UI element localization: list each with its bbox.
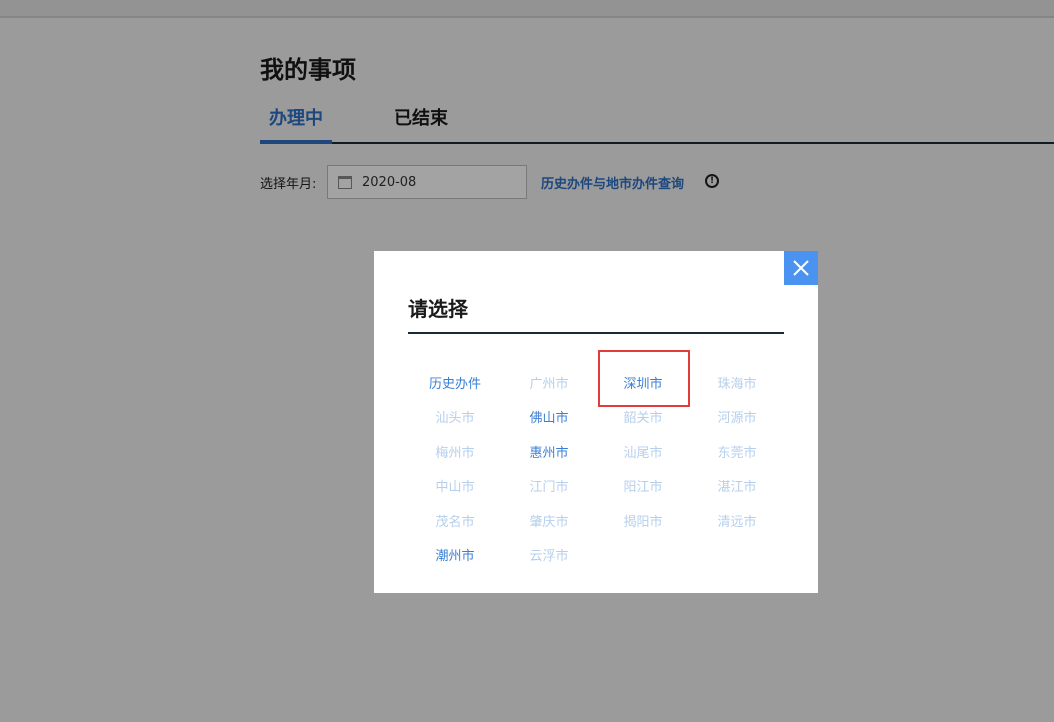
- city-grid: 历史办件 广州市 深圳市 珠海市汕头市 佛山市 韶关市 河源市梅州市 惠州市 汕尾市 东莞市中山市…: [408, 368, 784, 574]
- city-option: 东莞市: [717, 445, 757, 461]
- city-option: 河源市: [717, 411, 757, 427]
- page: 我的事项 办理中 已结束 选择年月: 2020-08 历史办件与地市办件查询 !…: [0, 0, 1054, 722]
- city-select-modal: 请选择 历史办件 广州市 深圳市 珠海市汕头市 佛山市 韶关市 河源市梅州市 惠州市 汕尾市 东莞…: [374, 251, 818, 593]
- city-option: 云浮市: [529, 548, 569, 564]
- city-option[interactable]: 潮州市: [408, 540, 502, 574]
- modal-divider: [408, 332, 784, 334]
- city-option: 肇庆市: [529, 514, 569, 530]
- city-option: 汕尾市: [623, 445, 663, 461]
- modal-title: 请选择: [408, 297, 468, 321]
- city-option: 揭阳市: [623, 514, 663, 530]
- city-option: 江门市: [529, 480, 569, 496]
- city-option: 广州市: [529, 377, 569, 392]
- city-option: 梅州市: [435, 445, 475, 461]
- city-option: 韶关市: [623, 411, 663, 427]
- city-option: 汕头市: [435, 411, 475, 427]
- city-option: 湛江市: [717, 480, 757, 496]
- close-icon: [793, 260, 809, 276]
- city-option: 茂名市: [435, 514, 475, 530]
- city-option[interactable]: 深圳市: [596, 368, 690, 402]
- city-option: 珠海市: [717, 377, 757, 392]
- close-button[interactable]: [784, 251, 818, 285]
- city-option[interactable]: 历史办件: [408, 368, 502, 402]
- city-option[interactable]: 佛山市: [502, 402, 596, 436]
- city-option[interactable]: 惠州市: [502, 437, 596, 471]
- city-option: 中山市: [435, 480, 475, 496]
- city-option: 清远市: [717, 514, 757, 530]
- city-option: 阳江市: [623, 480, 663, 496]
